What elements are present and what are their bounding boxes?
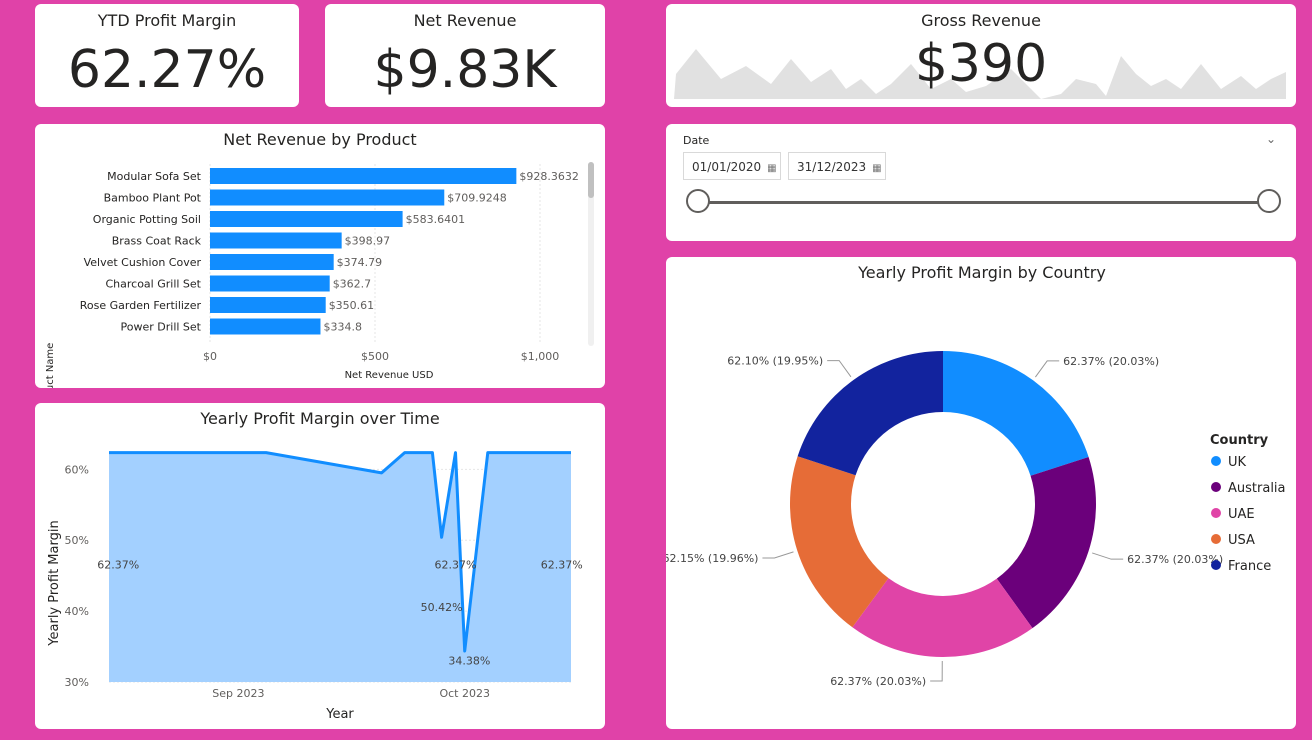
chevron-down-icon[interactable]: ⌄	[1266, 132, 1276, 146]
bar-value-label: $334.8	[323, 321, 362, 334]
legend-marker	[1211, 456, 1221, 466]
profit-margin-over-time-card[interactable]: Yearly Profit Margin over Time Yearly Pr…	[35, 403, 605, 729]
legend-marker	[1211, 560, 1221, 570]
profit-margin-donut-chart[interactable]: Yearly Profit Margin by Country 62.37% (…	[666, 257, 1296, 729]
y-tick-label: 30%	[65, 676, 89, 689]
kpi-title: Net Revenue	[413, 11, 517, 30]
kpi-value: $390	[914, 34, 1048, 94]
legend-marker	[1211, 482, 1221, 492]
kpi-card-ytd-profit-margin[interactable]: YTD Profit Margin 62.27%	[35, 4, 299, 107]
y-tick-label: Rose Garden Fertilizer	[80, 299, 202, 312]
end-date-input[interactable]: 31/12/2023 ▦	[788, 152, 886, 180]
leader-line	[930, 660, 943, 682]
slice-label: 62.37% (20.03%)	[830, 675, 926, 688]
slice-label: 62.37% (20.03%)	[1127, 553, 1223, 566]
legend-title: Country	[1210, 433, 1269, 448]
legend-label[interactable]: UAE	[1228, 507, 1255, 522]
slice-label: 62.10% (19.95%)	[727, 355, 823, 368]
donut-slice-uk[interactable]	[943, 351, 1089, 476]
x-tick-label: $500	[361, 350, 389, 363]
date-range-start-handle[interactable]	[686, 189, 710, 213]
bar-value-label: $583.6401	[406, 213, 466, 226]
calendar-icon[interactable]: ▦	[872, 163, 881, 174]
start-date-input[interactable]: 01/01/2020 ▦	[683, 152, 781, 180]
chart-title: Yearly Profit Margin by Country	[857, 263, 1106, 282]
bar[interactable]	[210, 297, 326, 313]
net-revenue-bar-chart[interactable]: Net Revenue by Product Product Name Net …	[35, 124, 605, 388]
bar-value-label: $928.3632	[519, 170, 579, 183]
kpi-title: Gross Revenue	[921, 11, 1041, 30]
y-tick-label: Modular Sofa Set	[107, 170, 202, 183]
leader-line	[1092, 552, 1124, 560]
y-tick-label: Organic Potting Soil	[93, 213, 201, 226]
y-tick-label: Power Drill Set	[121, 321, 202, 334]
slice-label: 62.15% (19.96%)	[666, 552, 758, 565]
legend-marker	[1211, 534, 1221, 544]
bar-value-label: $709.9248	[447, 192, 507, 205]
bar[interactable]	[210, 318, 321, 335]
x-tick-label: $1,000	[521, 350, 560, 363]
profit-margin-area-chart[interactable]: Yearly Profit Margin over Time Yearly Pr…	[35, 403, 605, 729]
data-label: 50.42%	[421, 601, 463, 614]
end-date-value: 31/12/2023	[797, 160, 867, 174]
kpi-value: 62.27%	[67, 40, 267, 100]
x-tick-label: $0	[203, 350, 217, 363]
slice-label: 62.37% (20.03%)	[1063, 355, 1159, 368]
kpi-title: YTD Profit Margin	[97, 11, 237, 30]
leader-line	[762, 551, 794, 559]
legend-label[interactable]: UK	[1228, 455, 1247, 470]
y-tick-label: 40%	[65, 605, 89, 618]
y-tick-label: 60%	[65, 463, 89, 476]
kpi-card-net-revenue[interactable]: Net Revenue $9.83K	[325, 4, 605, 107]
bar-value-label: $362.7	[333, 278, 372, 291]
y-tick-label: Bamboo Plant Pot	[104, 192, 202, 205]
bar[interactable]	[210, 189, 445, 206]
x-tick-label: Oct 2023	[439, 687, 490, 700]
legend-label[interactable]: USA	[1228, 533, 1255, 548]
y-axis-label: Yearly Profit Margin	[47, 520, 62, 646]
area-fill	[109, 452, 571, 682]
legend-label[interactable]: France	[1228, 559, 1271, 574]
leader-line	[827, 360, 852, 378]
bar[interactable]	[210, 211, 403, 227]
donut-slice-france[interactable]	[797, 351, 943, 476]
y-tick-label: Brass Coat Rack	[112, 235, 202, 248]
bar[interactable]	[210, 168, 517, 184]
kpi-card-gross-revenue[interactable]: Gross Revenue $390	[666, 4, 1296, 107]
data-label: 62.37%	[97, 559, 139, 572]
bar-value-label: $398.97	[345, 235, 391, 248]
profit-margin-by-country-card[interactable]: Yearly Profit Margin by Country 62.37% (…	[666, 257, 1296, 729]
y-tick-label: Charcoal Grill Set	[105, 278, 201, 291]
date-slicer-label: Date	[683, 134, 710, 147]
start-date-value: 01/01/2020	[692, 160, 762, 174]
bar-value-label: $350.61	[329, 299, 375, 312]
scrollbar-thumb[interactable]	[588, 162, 594, 198]
date-range-end-handle[interactable]	[1257, 189, 1281, 213]
data-label: 62.37%	[435, 559, 477, 572]
y-tick-label: Velvet Cushion Cover	[84, 256, 202, 269]
bar[interactable]	[210, 275, 330, 292]
date-range-track[interactable]	[698, 201, 1270, 204]
legend-marker	[1211, 508, 1221, 518]
x-tick-label: Sep 2023	[212, 687, 264, 700]
net-revenue-by-product-card[interactable]: Net Revenue by Product Product Name Net …	[35, 124, 605, 388]
x-axis-label: Net Revenue USD	[345, 370, 434, 381]
calendar-icon[interactable]: ▦	[767, 163, 776, 174]
chart-title: Yearly Profit Margin over Time	[199, 409, 439, 428]
data-label: 62.37%	[541, 559, 583, 572]
kpi-value: $9.83K	[373, 40, 557, 100]
leader-line	[1034, 360, 1060, 378]
date-slicer-card[interactable]: Date ⌄ 01/01/2020 ▦ 31/12/2023 ▦	[666, 124, 1296, 241]
y-axis-label: Product Name	[45, 343, 56, 388]
bar[interactable]	[210, 254, 334, 270]
y-tick-label: 50%	[65, 534, 89, 547]
data-label: 34.38%	[448, 654, 490, 667]
x-axis-label: Year	[325, 707, 354, 722]
bar[interactable]	[210, 232, 342, 249]
bar-value-label: $374.79	[337, 256, 383, 269]
chart-title: Net Revenue by Product	[223, 130, 416, 149]
legend-label[interactable]: Australia	[1228, 481, 1286, 496]
